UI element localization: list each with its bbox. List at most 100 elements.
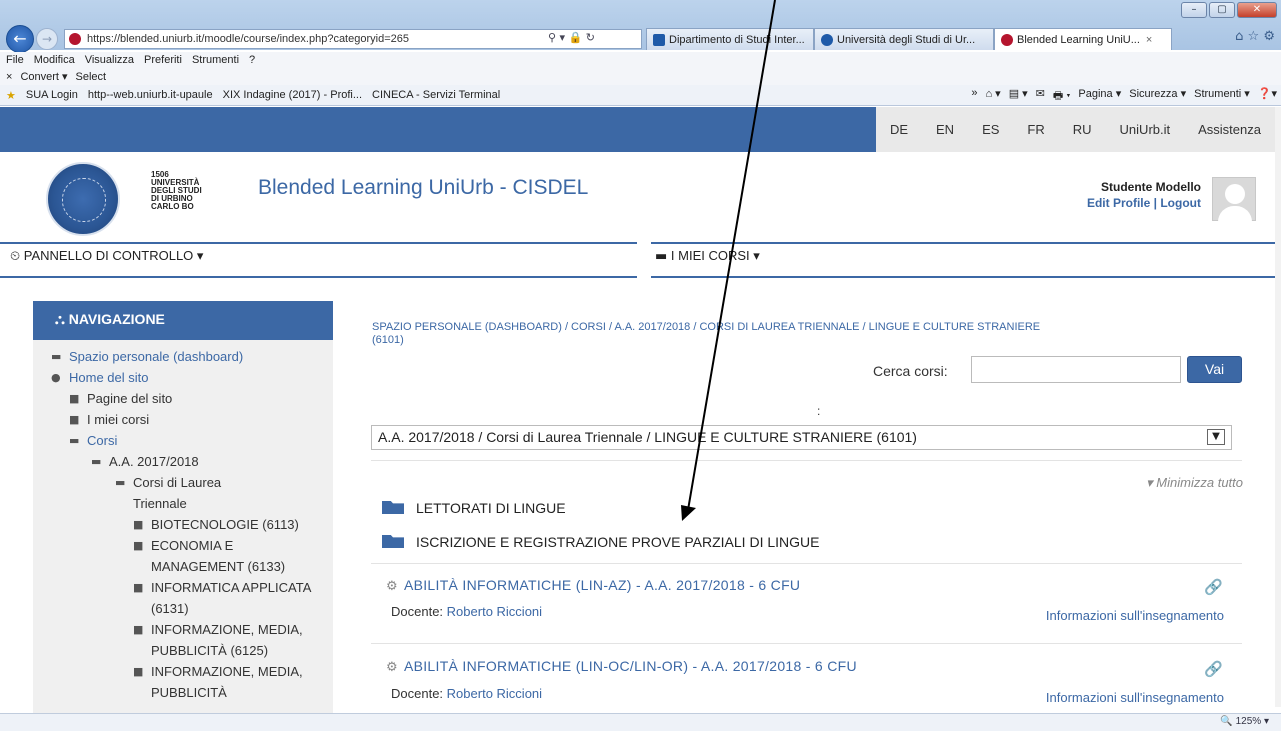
menu-my-courses[interactable]: ▬ I MIEI CORSI ▾ (655, 248, 760, 264)
command-sicurezza[interactable]: Sicurezza ▾ (1129, 87, 1186, 106)
nav-label: INFORMAZIONE, MEDIA, PUBBLICITÀ (151, 664, 303, 700)
category-select[interactable]: A.A. 2017/2018 / Corsi di Laurea Trienna… (371, 425, 1232, 450)
favorite-link[interactable]: http--web.uniurb.it-upaule (88, 89, 213, 101)
navigation-header[interactable]: ⛬ NAVIGAZIONE (33, 301, 333, 340)
lang-en[interactable]: EN (922, 122, 968, 137)
address-actions[interactable]: ⚲ ▾ 🔒 ↻ (548, 31, 595, 44)
category-prove-parziali[interactable]: ISCRIZIONE E REGISTRAZIONE PROVE PARZIAL… (382, 534, 819, 550)
nav-economia[interactable]: ■ ECONOMIA E MANAGEMENT (6133) (33, 535, 313, 577)
tab-favicon-icon (821, 33, 833, 46)
tab-favicon-icon (653, 33, 665, 46)
nav-informazione-6125[interactable]: ■ INFORMAZIONE, MEDIA, PUBBLICITÀ (6125) (33, 619, 313, 661)
tab-close-icon[interactable]: × (1146, 34, 1152, 46)
breadcrumb[interactable]: SPAZIO PERSONALE (DASHBOARD) / CORSI / A… (372, 321, 1072, 347)
teacher-link[interactable]: Roberto Riccioni (447, 604, 542, 619)
tab-favicon-icon (1001, 33, 1013, 46)
collapse-all-link[interactable]: ▾ Minimizza tutto (1146, 475, 1243, 491)
nav-biotecnologie[interactable]: ■ BIOTECNOLOGIE (6113) (33, 514, 313, 535)
lang-de[interactable]: DE (876, 122, 922, 137)
nav-informazione[interactable]: ■ INFORMAZIONE, MEDIA, PUBBLICITÀ (33, 661, 313, 703)
nav-home[interactable]: ● Home del sito (33, 367, 333, 388)
nav-corsi[interactable]: ▬ Corsi (33, 430, 333, 451)
search-button[interactable]: Vai (1187, 356, 1242, 383)
university-seal-logo[interactable] (46, 162, 120, 236)
folder-open-icon: ▬ (91, 455, 102, 468)
folder-icon: ■ (69, 392, 80, 405)
feeds-icon[interactable]: ▤ ▾ (1009, 87, 1028, 106)
self-enrol-icon[interactable]: 🔗 (1204, 578, 1223, 596)
favorites-star-icon[interactable]: ★ (6, 89, 16, 102)
menu-modifica[interactable]: Modifica (34, 54, 75, 66)
nav-aa-2017-2018[interactable]: ▬ A.A. 2017/2018 (33, 451, 333, 472)
select-button[interactable]: Select (76, 71, 107, 83)
lang-es[interactable]: ES (968, 122, 1013, 137)
menu-help[interactable]: ? (249, 54, 255, 66)
mail-icon[interactable]: ✉ (1036, 87, 1045, 106)
help-icon[interactable]: ❓▾ (1258, 87, 1277, 106)
course-title-text: ABILITÀ INFORMATICHE (LIN-OC/LIN-OR) - A… (403, 658, 857, 674)
folder-icon: ■ (133, 623, 144, 636)
university-name: 1506 UNIVERSITÀ DEGLI STUDI DI URBINO CA… (151, 171, 202, 211)
nav-laurea-triennale[interactable]: ▬ Corsi di Laurea Triennale (33, 472, 273, 514)
lang-ru[interactable]: RU (1059, 122, 1106, 137)
nav-informatica[interactable]: ■ INFORMATICA APPLICATA (6131) (33, 577, 313, 619)
self-enrol-icon[interactable]: 🔗 (1204, 660, 1223, 678)
favorite-link[interactable]: XIX Indagine (2017) - Profi... (223, 89, 362, 101)
print-icon[interactable]: 🖶 ▾ (1053, 87, 1071, 106)
course-title-lin-oc-or[interactable]: ⚙ ABILITÀ INFORMATICHE (LIN-OC/LIN-OR) - … (386, 658, 857, 675)
lang-fr[interactable]: FR (1013, 122, 1058, 137)
back-button[interactable]: ← (6, 25, 34, 53)
navigation-block: ⛬ NAVIGAZIONE ▬ Spazio personale (dashboa… (33, 301, 333, 721)
window-controls: – ▢ ✕ (1179, 2, 1277, 18)
site-topbar: DE EN ES FR RU UniUrb.it Assistenza (0, 107, 1275, 152)
assistenza-link[interactable]: Assistenza (1184, 122, 1275, 137)
course-info-link[interactable]: Informazioni sull'insegnamento (1046, 690, 1224, 705)
navigation-title: NAVIGAZIONE (68, 311, 165, 327)
tab-dipartimento[interactable]: Dipartimento di Studi Inter... (646, 28, 814, 50)
favorite-link[interactable]: SUA Login (26, 89, 78, 101)
user-links-separator: | (1153, 196, 1157, 210)
vertical-scrollbar[interactable] (1275, 107, 1281, 707)
command-pagina[interactable]: Pagina ▾ (1078, 87, 1121, 106)
tab-universita[interactable]: Università degli Studi di Ur... (814, 28, 994, 50)
folder-icon: ■ (133, 539, 144, 552)
toolbar-close-icon[interactable]: × (6, 71, 12, 83)
command-strumenti[interactable]: Strumenti ▾ (1194, 87, 1250, 106)
nav-dashboard[interactable]: ▬ Spazio personale (dashboard) (33, 346, 333, 367)
menu-file[interactable]: File (6, 54, 24, 66)
nav-my-courses[interactable]: ■ I miei corsi (33, 409, 333, 430)
home-favorites-settings-icons[interactable]: ⌂ ☆ ⚙ (1235, 29, 1275, 44)
menu-visualizza[interactable]: Visualizza (85, 54, 134, 66)
course-title-lin-az[interactable]: ⚙ ABILITÀ INFORMATICHE (LIN-AZ) - A.A. 20… (386, 577, 800, 594)
category-lettorati[interactable]: LETTORATI DI LINGUE (382, 500, 566, 516)
forward-button[interactable]: → (36, 28, 58, 50)
menu-strumenti[interactable]: Strumenti (192, 54, 239, 66)
command-more[interactable]: » (971, 87, 977, 106)
user-links: Edit Profile | Logout (1087, 196, 1201, 210)
menu-dashboard[interactable]: ⏲ PANNELLO DI CONTROLLO ▾ (10, 248, 203, 264)
zoom-level[interactable]: 🔍 125% ▾ (1220, 716, 1269, 727)
nav-label: Home del sito (69, 370, 149, 385)
search-input[interactable] (971, 356, 1181, 383)
maximize-button[interactable]: ▢ (1209, 2, 1235, 18)
menu-preferiti[interactable]: Preferiti (144, 54, 182, 66)
course-info-link[interactable]: Informazioni sull'insegnamento (1046, 608, 1224, 623)
minimize-button[interactable]: – (1181, 2, 1207, 18)
teacher-link[interactable]: Roberto Riccioni (447, 686, 542, 701)
nav-site-pages[interactable]: ■ Pagine del sito (33, 388, 333, 409)
home-icon[interactable]: ⌂ ▾ (985, 87, 1000, 106)
chevron-down-icon: ▼ (1207, 429, 1225, 445)
address-url: https://blended.uniurb.it/moodle/course/… (87, 33, 409, 45)
avatar[interactable] (1212, 177, 1256, 222)
convert-button[interactable]: Convert ▾ (20, 70, 67, 83)
menu-courses-label: I MIEI CORSI ▾ (670, 248, 760, 263)
edit-profile-link[interactable]: Edit Profile (1087, 196, 1150, 210)
favorite-link[interactable]: CINECA - Servizi Terminal (372, 89, 500, 101)
university-line: CARLO BO (151, 202, 194, 211)
close-button[interactable]: ✕ (1237, 2, 1277, 18)
folder-icon: ■ (133, 518, 144, 531)
logout-link[interactable]: Logout (1160, 196, 1201, 210)
uniurb-link[interactable]: UniUrb.it (1106, 122, 1185, 137)
tab-blended[interactable]: Blended Learning UniU... × (994, 28, 1172, 50)
site-title[interactable]: Blended Learning UniUrb - CISDEL (258, 176, 588, 200)
